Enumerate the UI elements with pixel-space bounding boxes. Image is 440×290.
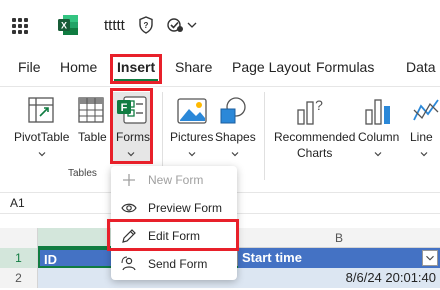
line-chart-button[interactable]: Line	[410, 130, 433, 144]
chevron-down-icon[interactable]	[38, 150, 46, 158]
select-all-corner[interactable]	[0, 228, 38, 248]
plus-icon	[123, 174, 135, 186]
ribbon-separator	[264, 92, 265, 180]
svg-text:X: X	[61, 21, 67, 31]
svg-text:F: F	[121, 102, 128, 114]
pictures-icon[interactable]	[177, 98, 207, 124]
excel-logo-icon: X	[58, 15, 78, 35]
share-people-icon	[121, 256, 136, 271]
menu-item-send-form[interactable]: Send Form	[111, 250, 237, 278]
shapes-button[interactable]: Shapes	[215, 130, 256, 144]
title-bar: X ttttt ?	[0, 0, 440, 50]
chevron-down-icon[interactable]	[127, 150, 135, 158]
tab-data[interactable]: Data	[406, 59, 436, 75]
tab-page-layout[interactable]: Page Layout	[232, 59, 311, 75]
pivottable-button[interactable]: PivotTable	[14, 130, 69, 144]
column-header-b[interactable]: B	[335, 231, 343, 245]
filter-dropdown-icon[interactable]	[422, 250, 438, 266]
chevron-down-icon[interactable]	[420, 150, 428, 158]
menu-item-label: Preview Form	[148, 201, 223, 215]
tab-insert[interactable]: Insert	[117, 59, 155, 75]
tab-home[interactable]: Home	[60, 59, 97, 75]
tab-formulas[interactable]: Formulas	[316, 59, 374, 75]
menu-item-edit-form[interactable]: Edit Form	[111, 222, 237, 250]
pivottable-icon[interactable]	[27, 96, 55, 124]
column-chart-icon[interactable]	[364, 96, 392, 126]
table-button[interactable]: Table	[78, 130, 107, 144]
chevron-down-icon[interactable]	[374, 150, 382, 158]
menu-item-new-form[interactable]: New Form	[111, 166, 237, 194]
document-title[interactable]: ttttt	[104, 17, 125, 34]
active-tab-indicator	[114, 79, 158, 82]
sensitivity-icon[interactable]	[166, 16, 184, 34]
forms-label: Forms	[116, 130, 150, 144]
table-icon[interactable]	[77, 96, 105, 124]
tab-file[interactable]: File	[18, 59, 41, 75]
pictures-button[interactable]: Pictures	[170, 130, 213, 144]
tables-group-label: Tables	[68, 168, 97, 179]
app-launcher-icon[interactable]	[12, 18, 28, 34]
cell-b1[interactable]: Start time	[238, 248, 440, 268]
recommended-charts-label-2: Charts	[297, 146, 333, 160]
forms-dropdown-menu: New Form Preview Form Edit Form Send For…	[111, 166, 237, 280]
row-header-2[interactable]: 2	[0, 268, 38, 288]
column-chart-button[interactable]: Column	[358, 130, 399, 144]
cell-b2[interactable]: 8/6/24 20:01:40	[238, 268, 440, 288]
shapes-icon[interactable]	[218, 96, 248, 126]
menu-item-label: Send Form	[148, 257, 208, 271]
name-box-value: A1	[10, 196, 25, 210]
menu-item-label: New Form	[148, 173, 204, 187]
pencil-icon	[122, 229, 136, 243]
chevron-down-icon[interactable]	[231, 150, 239, 158]
chevron-down-icon[interactable]	[188, 150, 196, 158]
menu-item-preview-form[interactable]: Preview Form	[111, 194, 237, 222]
recommended-charts-button[interactable]: Recommended	[274, 130, 355, 144]
recommended-charts-icon[interactable]: ?	[295, 96, 325, 126]
svg-text:?: ?	[144, 21, 149, 30]
chevron-down-icon[interactable]	[187, 20, 197, 30]
shield-icon[interactable]: ?	[138, 16, 154, 34]
row-header-1[interactable]: 1	[0, 248, 38, 268]
eye-icon	[121, 203, 137, 213]
forms-icon[interactable]: F	[116, 96, 148, 126]
menu-item-label: Edit Form	[148, 229, 201, 243]
tab-share[interactable]: Share	[175, 59, 212, 75]
line-chart-icon[interactable]	[412, 98, 440, 124]
svg-text:?: ?	[315, 97, 323, 113]
